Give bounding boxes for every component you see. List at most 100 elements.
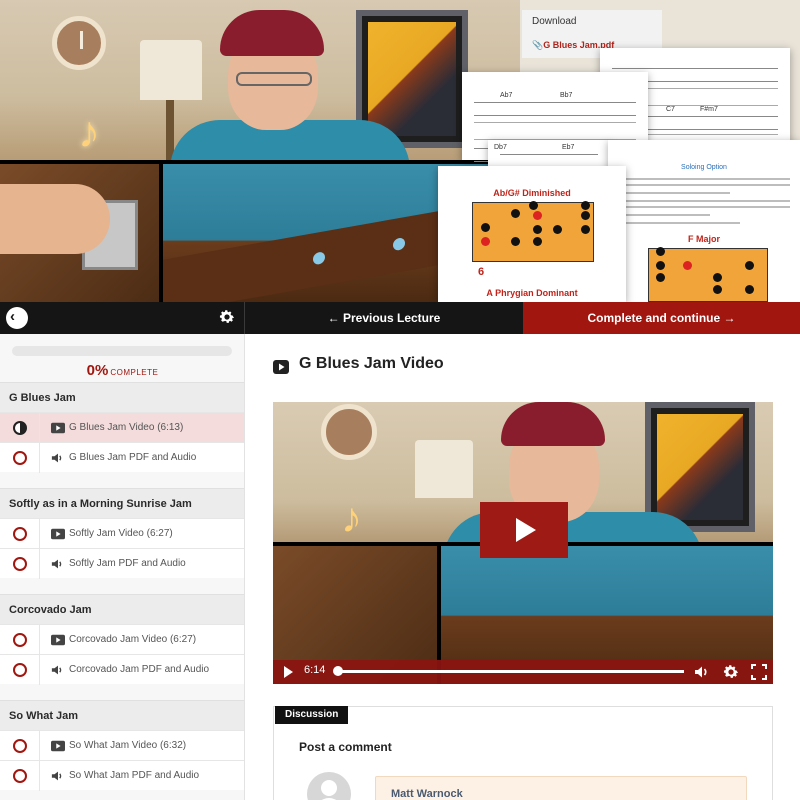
instructor-cap — [501, 402, 605, 446]
lecture-item-softly-jam-pdf-audio[interactable]: Softly Jam PDF and Audio — [0, 548, 244, 579]
empty-circle-icon — [13, 633, 27, 647]
empty-circle-icon — [13, 557, 27, 571]
download-label: Download — [532, 16, 577, 27]
lecture-label: Softly Jam PDF and Audio — [69, 558, 186, 569]
volume-icon — [51, 559, 62, 569]
soloing-option-title: Soloing Option — [681, 164, 727, 171]
lecture-status — [0, 519, 40, 549]
section-title-corcovado-jam: Corcovado Jam — [0, 594, 244, 624]
arrow-right-icon: → — [723, 311, 736, 325]
lecture-item-corcovado-jam-video[interactable]: Corcovado Jam Video (6:27) — [0, 624, 244, 655]
seek-handle[interactable] — [333, 666, 343, 676]
lecture-label: G Blues Jam PDF and Audio — [69, 452, 197, 463]
section-title-so-what-jam: So What Jam — [0, 700, 244, 730]
lecture-status — [0, 731, 40, 761]
youtube-play-icon — [51, 634, 65, 646]
complete-and-continue-button[interactable]: Complete and continue → — [523, 302, 800, 334]
video-time: 6:14 — [304, 664, 326, 676]
video-seek-bar[interactable] — [334, 670, 684, 673]
lecture-label: So What Jam Video (6:32) — [69, 740, 187, 751]
fullscreen-icon[interactable] — [751, 664, 767, 680]
youtube-play-icon — [51, 422, 65, 434]
chord-label: C7 — [666, 106, 675, 113]
volume-icon — [51, 453, 62, 463]
volume-icon — [51, 771, 62, 781]
chord-label: Bb7 — [560, 92, 573, 99]
chord-label: Db7 — [494, 144, 507, 151]
comment-author-name[interactable]: Matt Warnock — [391, 788, 463, 800]
lecture-item-so-what-jam-pdf-audio[interactable]: So What Jam PDF and Audio — [0, 760, 244, 791]
scale-diagram-page: Ab/G# Diminished 6 A Phrygian Dominant — [438, 166, 626, 302]
youtube-play-icon — [51, 740, 65, 752]
lecture-label: So What Jam PDF and Audio — [69, 770, 200, 781]
lecture-title: G Blues Jam Video — [299, 355, 444, 372]
arrow-left-icon: ← — [327, 311, 340, 325]
play-button[interactable] — [480, 502, 568, 558]
empty-circle-icon — [13, 663, 27, 677]
chevron-left-icon: ‹ — [10, 308, 15, 325]
lecture-item-corcovado-jam-pdf-audio[interactable]: Corcovado Jam PDF and Audio — [0, 654, 244, 685]
hero-room-background: ♪ — [0, 0, 520, 190]
youtube-play-icon — [51, 528, 65, 540]
diminished-fretboard-diagram — [472, 201, 594, 262]
empty-circle-icon — [13, 451, 27, 465]
gear-icon[interactable] — [722, 663, 740, 681]
empty-circle-icon — [13, 527, 27, 541]
play-icon[interactable] — [284, 666, 293, 678]
lamp-image — [415, 440, 473, 498]
soloing-option-page: Soloing Option F Major — [608, 140, 800, 302]
course-sidebar: 0% COMPLETE G Blues Jam G Blues Jam Video… — [0, 334, 245, 800]
lecture-status — [0, 655, 40, 685]
chord-label: F#m7 — [700, 106, 718, 113]
sidebar-toggle-button[interactable]: ‹ — [6, 307, 28, 329]
section-title-softly-jam: Softly as in a Morning Sunrise Jam — [0, 488, 244, 518]
lecture-status — [0, 625, 40, 655]
lecture-item-so-what-jam-video[interactable]: So What Jam Video (6:32) — [0, 730, 244, 761]
wall-clock-image — [321, 404, 377, 460]
lecture-status — [0, 761, 40, 791]
lecture-status — [0, 443, 40, 473]
volume-icon — [51, 665, 62, 675]
section-title-g-blues-jam: G Blues Jam — [0, 382, 244, 412]
course-hero-image: ♪ Download 📎G Blues Jam.pdf C7 F#m7 Ab7 … — [0, 0, 800, 302]
volume-icon[interactable] — [694, 664, 710, 680]
music-note-icon: ♪ — [341, 494, 362, 541]
position-number: 6 — [478, 266, 485, 278]
diminished-title: Ab/G# Diminished — [493, 188, 571, 198]
instructor-cap — [220, 10, 324, 56]
f-major-fretboard-diagram — [648, 247, 768, 302]
phrygian-title: A Phrygian Dominant — [486, 288, 578, 298]
half-circle-progress-icon — [13, 421, 27, 435]
lecture-item-g-blues-jam-video[interactable]: G Blues Jam Video (6:13) — [0, 412, 244, 443]
youtube-play-icon — [273, 360, 289, 374]
wall-clock-image — [52, 16, 106, 70]
lecture-status — [0, 413, 40, 443]
f-major-title: F Major — [687, 234, 720, 244]
progress-complete-word: COMPLETE — [110, 368, 159, 377]
course-player-page: ♪ Download 📎G Blues Jam.pdf C7 F#m7 Ab7 … — [0, 0, 800, 800]
lecture-label: G Blues Jam Video (6:13) — [69, 422, 184, 433]
lecture-status — [0, 549, 40, 579]
chord-label: Eb7 — [562, 144, 575, 151]
picking-hand-closeup — [0, 160, 163, 302]
lecture-item-g-blues-jam-pdf-audio[interactable]: G Blues Jam PDF and Audio — [0, 442, 244, 473]
music-note-icon: ♪ — [78, 108, 100, 157]
lecture-item-softly-jam-video[interactable]: Softly Jam Video (6:27) — [0, 518, 244, 549]
empty-circle-icon — [13, 739, 27, 753]
previous-lecture-button[interactable]: ← Previous Lecture — [245, 302, 523, 334]
picking-hand — [0, 184, 110, 254]
post-comment-heading: Post a comment — [299, 740, 392, 754]
lecture-label: Corcovado Jam PDF and Audio — [69, 664, 210, 675]
lecture-label: Softly Jam Video (6:27) — [69, 528, 173, 539]
previous-lecture-label: Previous Lecture — [342, 311, 441, 325]
gear-icon[interactable] — [218, 308, 236, 326]
progress-percent: 0% COMPLETE — [0, 362, 244, 380]
instructor-glasses — [236, 72, 312, 86]
complete-and-continue-label: Complete and continue — [587, 311, 721, 325]
progress-percent-value: 0% — [86, 362, 109, 379]
lamp-image — [140, 40, 202, 100]
empty-circle-icon — [13, 769, 27, 783]
chord-label: Ab7 — [500, 92, 513, 99]
lecture-label: Corcovado Jam Video (6:27) — [69, 634, 197, 645]
discussion-tab[interactable]: Discussion — [275, 706, 349, 724]
